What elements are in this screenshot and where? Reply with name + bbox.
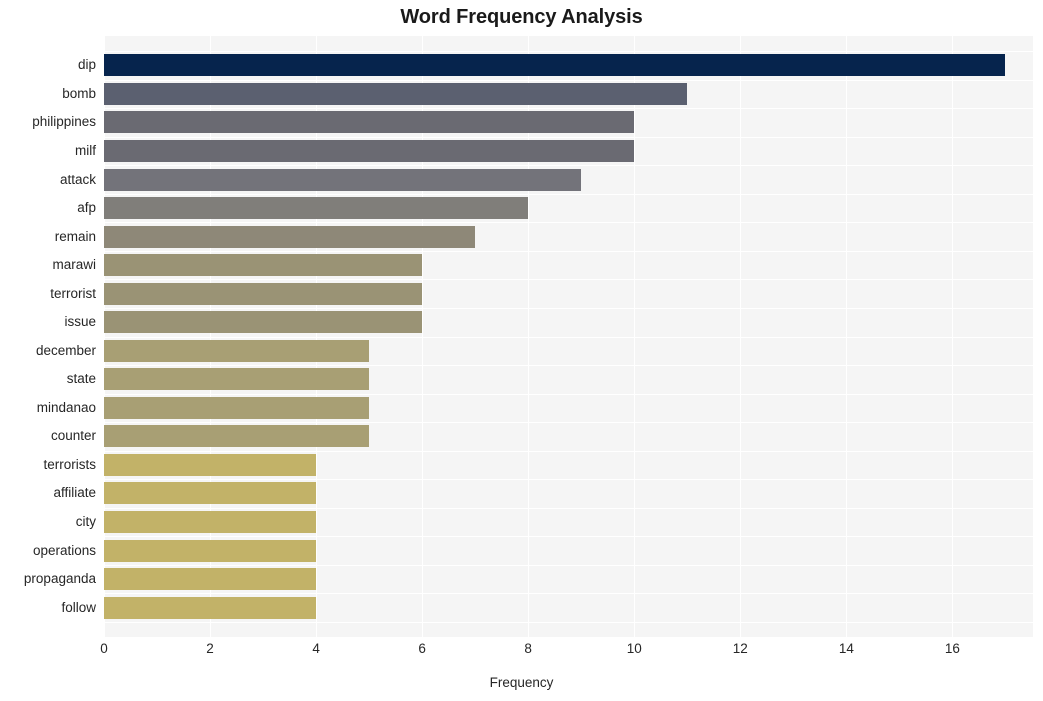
chart-figure: Word Frequency Analysis dip bomb philippin… [0,0,1043,701]
y-tick-label-milf: milf [75,143,96,158]
chart-title: Word Frequency Analysis [400,6,643,28]
bar-row [104,137,1033,166]
bar-follow[interactable] [104,596,317,619]
x-tick-label-16: 16 [944,641,960,656]
bar-row [104,80,1033,109]
x-tick-label-10: 10 [626,641,642,656]
x-tick-label-8: 8 [524,641,532,656]
bar-mindanao[interactable] [104,396,370,419]
y-tick-label-philippines: philippines [32,114,96,130]
bar-bomb[interactable] [104,82,688,105]
bar-row [104,337,1033,366]
y-tick-label-propaganda: propaganda [23,571,96,587]
x-tick-label-14: 14 [838,641,854,656]
bar-row [104,394,1033,423]
y-tick-label-remain: remain [54,228,96,244]
bar-row [104,508,1033,537]
x-axis-tick-labels: 0 2 4 6 8 10 12 14 16 [0,641,1043,663]
bar-remain[interactable] [104,225,476,248]
bar-terrorists[interactable] [104,453,317,476]
x-tick-label-12: 12 [732,641,748,656]
bar-row [104,108,1033,137]
bar-row [104,422,1033,451]
bar-counter[interactable] [104,425,370,448]
x-axis-title: Frequency [489,675,554,690]
bar-state[interactable] [104,368,370,391]
y-tick-label-operations: operations [32,542,96,558]
bar-row [104,565,1033,594]
bar-row [104,451,1033,480]
y-tick-label-issue: issue [64,314,96,330]
bar-afp[interactable] [104,197,529,220]
bar-affiliate[interactable] [104,482,317,505]
bar-propaganda[interactable] [104,568,317,591]
bar-row [104,279,1033,308]
gridline-horizontal [104,621,1033,623]
bar-row [104,222,1033,251]
bar-philippines[interactable] [104,111,635,134]
bar-terrorist[interactable] [104,282,423,305]
bar-operations[interactable] [104,539,317,562]
bar-row [104,365,1033,394]
y-tick-label-marawi: marawi [52,257,96,273]
y-tick-label-terrorists: terrorists [43,456,96,472]
y-tick-label-dip: dip [77,57,96,73]
bar-city[interactable] [104,511,317,534]
y-tick-label-attack: attack [59,171,96,187]
y-tick-label-affiliate: affiliate [53,485,96,501]
bar-row [104,51,1033,80]
bar-row [104,479,1033,508]
y-tick-label-mindanao: mindanao [36,399,96,415]
bar-attack[interactable] [104,168,582,191]
y-tick-label-terrorist: terrorist [50,285,96,301]
bar-row [104,536,1033,565]
y-tick-label-december: december [35,342,96,358]
bar-issue[interactable] [104,311,423,334]
y-tick-label-bomb: bomb [62,85,96,101]
x-tick-label-2: 2 [206,641,214,656]
y-tick-label-counter: counter [50,428,96,444]
bar-milf[interactable] [104,140,635,163]
bar-row [104,593,1033,622]
y-tick-label-state: state [66,371,96,387]
bar-dip[interactable] [104,54,1006,77]
y-tick-label-follow: follow [61,599,96,615]
plot-area [104,36,1033,637]
y-tick-label-city: city [75,513,96,529]
x-tick-label-4: 4 [312,641,320,656]
bar-row [104,165,1033,194]
bar-marawi[interactable] [104,254,423,277]
bar-row [104,251,1033,280]
y-axis-tick-labels: dip bomb philippines milf attack afp remain mar… [0,36,96,637]
x-tick-label-6: 6 [418,641,426,656]
bar-row [104,308,1033,337]
bar-row [104,194,1033,223]
y-tick-label-afp: afp [77,200,96,216]
bar-december[interactable] [104,339,370,362]
x-tick-label-0: 0 [100,641,108,656]
